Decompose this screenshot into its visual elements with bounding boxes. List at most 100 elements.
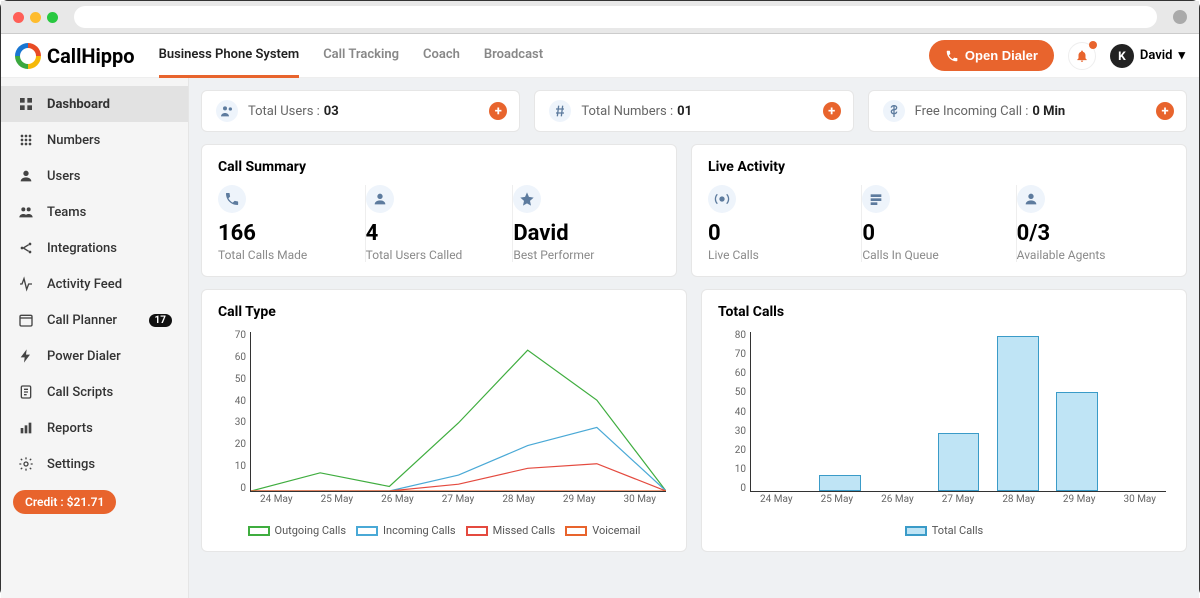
legend-item[interactable]: Missed Calls [466, 524, 556, 537]
legend-label: Incoming Calls [383, 524, 456, 537]
stat-label: Total Numbers : [581, 104, 673, 119]
summary-col: 0 Calls In Queue [862, 185, 1016, 262]
open-dialer-label: Open Dialer [965, 48, 1038, 63]
summary-value: 4 [366, 221, 503, 246]
legend-item[interactable]: Incoming Calls [356, 524, 456, 537]
user-menu[interactable]: K David ▾ [1110, 44, 1185, 68]
sidebar-item-label: Activity Feed [47, 277, 122, 292]
summary-label: Calls In Queue [862, 248, 1005, 262]
window-min-dot[interactable] [30, 12, 41, 23]
bar[interactable] [819, 475, 860, 491]
bolt-icon [17, 347, 35, 365]
window-close-dot[interactable] [13, 12, 24, 23]
summary-value: 0 [708, 221, 851, 246]
panel-title: Call Summary [218, 159, 660, 175]
calendar-icon [17, 311, 35, 329]
add-button[interactable]: + [489, 102, 507, 120]
add-button[interactable]: + [823, 102, 841, 120]
nav-tabs: Business Phone System Call Tracking Coac… [159, 34, 544, 78]
add-button[interactable]: + [1156, 102, 1174, 120]
bar[interactable] [1056, 392, 1097, 491]
open-dialer-button[interactable]: Open Dialer [929, 40, 1054, 71]
legend-label: Missed Calls [493, 524, 556, 537]
sidebar-item-label: Power Dialer [47, 349, 121, 364]
sidebar-item-power-dialer[interactable]: Power Dialer [1, 338, 188, 374]
total-calls-chart-panel: Total Calls 80706050403020100 24 May25 M… [701, 289, 1187, 552]
user-icon [17, 167, 35, 185]
profile-dot[interactable] [1173, 10, 1187, 24]
sidebar-item-call-scripts[interactable]: Call Scripts [1, 374, 188, 410]
summary-value: David [513, 221, 650, 246]
summary-col: David Best Performer [513, 185, 660, 262]
avatar: K [1110, 44, 1134, 68]
phone-icon [945, 49, 959, 63]
sidebar-item-label: Integrations [47, 241, 117, 256]
notifications-button[interactable] [1068, 42, 1096, 70]
tab-business-phone[interactable]: Business Phone System [159, 34, 300, 78]
bar-slot [1047, 332, 1106, 491]
legend-label: Voicemail [592, 524, 640, 537]
stat-label: Total Users : [248, 104, 320, 119]
sidebar-item-teams[interactable]: Teams [1, 194, 188, 230]
bar-slot [929, 332, 988, 491]
summary-label: Live Calls [708, 248, 851, 262]
summary-value: 0 [862, 221, 1005, 246]
tab-call-tracking[interactable]: Call Tracking [323, 34, 399, 78]
summary-value: 0/3 [1017, 221, 1160, 246]
sidebar-item-numbers[interactable]: Numbers [1, 122, 188, 158]
queue-icon [862, 185, 890, 213]
legend-item[interactable]: Outgoing Calls [248, 524, 347, 537]
main-content: Total Users :03+Total Numbers :01+Free I… [189, 78, 1199, 598]
credit-pill[interactable]: Credit : $21.71 [13, 490, 116, 514]
bar-slot [810, 332, 869, 491]
activity-icon [17, 275, 35, 293]
bar[interactable] [938, 433, 979, 491]
bar-slot [751, 332, 810, 491]
users-icon [216, 100, 238, 122]
star-icon [513, 185, 541, 213]
url-bar[interactable] [74, 6, 1157, 28]
sidebar-item-reports[interactable]: Reports [1, 410, 188, 446]
sidebar: Dashboard NumbersUsersTeams Integrations Ac… [1, 78, 189, 598]
sidebar-item-integrations[interactable]: Integrations [1, 230, 188, 266]
dialpad-icon [17, 131, 35, 149]
notification-badge [1089, 41, 1097, 49]
user-icon [366, 185, 394, 213]
summary-label: Total Users Called [366, 248, 503, 262]
chevron-down-icon: ▾ [1178, 48, 1185, 63]
call-summary-panel: Call Summary 166Total Calls Made4 Total U… [201, 144, 677, 277]
sidebar-item-settings[interactable]: Settings [1, 446, 188, 482]
legend-label: Total Calls [932, 524, 983, 537]
live-activity-panel: Live Activity 0Live Calls0Calls In Queue… [691, 144, 1187, 277]
brand-logo[interactable]: CallHippo [15, 43, 135, 69]
tab-coach[interactable]: Coach [423, 34, 460, 78]
sidebar-badge: 17 [149, 314, 172, 327]
stat-label: Free Incoming Call : [915, 104, 1029, 119]
sidebar-item-call-planner[interactable]: Call Planner17 [1, 302, 188, 338]
sidebar-item-label: Call Scripts [47, 385, 113, 400]
gear-icon [17, 455, 35, 473]
summary-col: 166Total Calls Made [218, 185, 366, 262]
summary-value: 166 [218, 221, 355, 246]
sidebar-item-label: Settings [47, 457, 95, 472]
tab-broadcast[interactable]: Broadcast [484, 34, 543, 78]
panel-title: Call Type [218, 304, 670, 320]
stat-value: 01 [677, 104, 692, 119]
sidebar-item-users[interactable]: Users [1, 158, 188, 194]
sidebar-item-label: Reports [47, 421, 93, 436]
legend-item[interactable]: Total Calls [905, 524, 983, 537]
sidebar-item-dashboard[interactable]: Dashboard [1, 86, 188, 122]
stat-card: Free Incoming Call :0 Min+ [868, 90, 1187, 132]
sidebar-item-label: Dashboard [47, 97, 110, 112]
stat-card: Total Users : 03 + [201, 90, 520, 132]
window-max-dot[interactable] [47, 12, 58, 23]
stat-value: 03 [324, 104, 339, 119]
legend-item[interactable]: Voicemail [565, 524, 640, 537]
user-name: David [1140, 48, 1173, 63]
script-icon [17, 383, 35, 401]
sidebar-item-activity-feed[interactable]: Activity Feed [1, 266, 188, 302]
team-icon [17, 203, 35, 221]
summary-label: Best Performer [513, 248, 650, 262]
bar[interactable] [997, 336, 1038, 491]
browser-chrome [1, 1, 1199, 34]
